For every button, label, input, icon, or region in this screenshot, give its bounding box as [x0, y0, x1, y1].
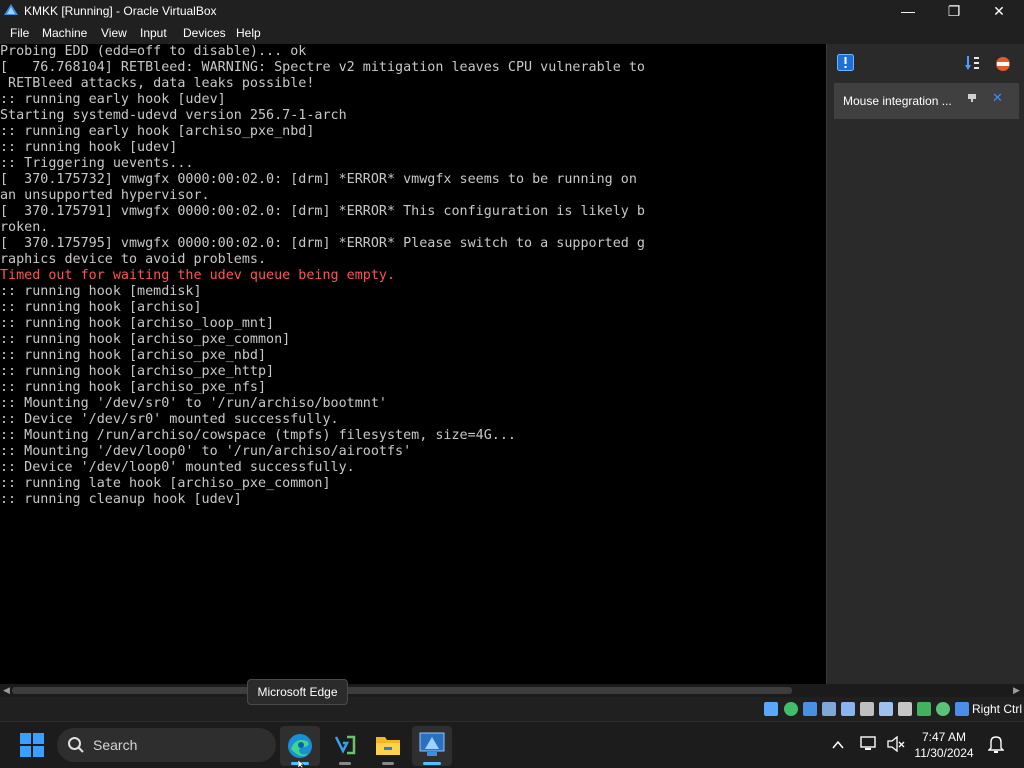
scrollbar-thumb[interactable] [12, 687, 792, 694]
edge-tooltip: Microsoft Edge [247, 679, 348, 705]
clear-notifications-icon[interactable] [994, 55, 1012, 72]
notification-center: Mouse integration ... ✕ [826, 44, 1024, 684]
code-editor-icon [334, 735, 356, 755]
scroll-right-arrow-icon[interactable]: ▶ [1013, 685, 1020, 696]
hard-disk-icon[interactable] [764, 702, 778, 716]
notification-toolbar [827, 44, 1024, 80]
taskbar-search[interactable]: Search [57, 728, 276, 762]
edge-icon [288, 734, 312, 758]
console-line: [ 76.768104] RETBleed: WARNING: Spectre … [0, 60, 645, 75]
taskbar-app-file-explorer[interactable] [368, 726, 408, 766]
console-line: :: Device '/dev/loop0' mounted successfu… [0, 460, 355, 475]
shared-folders-icon[interactable] [860, 702, 874, 716]
menu-devices[interactable]: Devices [183, 26, 226, 40]
menu-bar: File Machine View Input Devices Help [0, 23, 1024, 44]
console-line: :: running early hook [udev] [0, 92, 226, 107]
console-line: :: running hook [archiso_pxe_nfs] [0, 380, 267, 395]
vm-status-bar: Right Ctrl [0, 697, 1024, 721]
notification-label: Mouse integration ... [843, 94, 952, 108]
console-line: :: running late hook [archiso_pxe_common… [0, 476, 331, 491]
console-line: an unsupported hypervisor. [0, 188, 210, 203]
windows-taskbar: Search 7:47 AM 11/30/2024 [0, 721, 1024, 768]
show-hidden-icons-chevron-icon[interactable] [832, 740, 844, 749]
recording-icon[interactable] [898, 702, 912, 716]
console-line: :: Triggering uevents... [0, 156, 194, 171]
maximize-button[interactable]: ❐ [931, 0, 977, 23]
keyboard-capture-icon[interactable] [955, 702, 969, 716]
taskbar-app-virtualbox-vm[interactable] [412, 726, 452, 766]
console-line: [ 370.175732] vmwgfx 0000:00:02.0: [drm]… [0, 172, 637, 187]
horizontal-scrollbar[interactable]: ◀ ▶ [0, 684, 1024, 697]
console-line: :: Mounting /run/archiso/cowspace (tmpfs… [0, 428, 516, 443]
search-label: Search [93, 737, 138, 753]
console-line: roken. [0, 220, 49, 235]
console-line: :: Mounting '/dev/sr0' to '/run/archiso/… [0, 396, 387, 411]
search-icon [68, 737, 84, 753]
menu-view[interactable]: View [101, 26, 127, 40]
volume-muted-icon[interactable] [887, 736, 905, 752]
network-icon[interactable] [822, 702, 836, 716]
notification-mouse-integration[interactable]: Mouse integration ... ✕ [834, 83, 1019, 119]
notification-close-button[interactable]: ✕ [992, 90, 1003, 106]
console-line: [ 370.175791] vmwgfx 0000:00:02.0: [drm]… [0, 204, 645, 219]
start-button[interactable] [20, 733, 44, 757]
console-line: :: running hook [archiso_pxe_common] [0, 332, 291, 347]
notification-center-icon[interactable] [837, 54, 854, 71]
host-key-label[interactable]: Right Ctrl [972, 702, 1022, 716]
usb-icon[interactable] [841, 702, 855, 716]
console-line: [ 370.175795] vmwgfx 0000:00:02.0: [drm]… [0, 236, 645, 251]
windows-logo-icon [20, 733, 31, 744]
cpu-activity-icon[interactable] [917, 702, 931, 716]
folder-icon [376, 737, 400, 755]
window-title: KMKK [Running] - Oracle VirtualBox [24, 4, 217, 18]
guest-display[interactable]: Probing EDD (edd=off to disable)... ok[ … [0, 44, 826, 684]
console-line: :: running hook [archiso_loop_mnt] [0, 316, 275, 331]
console-line: :: running hook [archiso] [0, 300, 202, 315]
virtualbox-icon [4, 4, 18, 15]
menu-file[interactable]: File [10, 26, 29, 40]
console-line: :: running hook [memdisk] [0, 284, 202, 299]
console-line: :: running hook [archiso_pxe_nbd] [0, 348, 267, 363]
network-status-icon[interactable] [860, 736, 878, 752]
console-line: RETBleed attacks, data leaks possible! [0, 76, 315, 91]
menu-machine[interactable]: Machine [42, 26, 87, 40]
clock-date: 11/30/2024 [914, 746, 974, 760]
boot-console-output: Probing EDD (edd=off to disable)... ok[ … [0, 44, 645, 508]
menu-help[interactable]: Help [236, 26, 261, 40]
console-line: :: running hook [udev] [0, 140, 178, 155]
console-line: :: Mounting '/dev/loop0' to '/run/archis… [0, 444, 412, 459]
scroll-left-arrow-icon[interactable]: ◀ [3, 685, 10, 696]
window-titlebar: KMKK [Running] - Oracle VirtualBox — ❐ ✕ [0, 0, 1024, 23]
console-error-line: Timed out for waiting the udev queue bei… [0, 268, 396, 283]
optical-drive-icon[interactable] [784, 702, 798, 716]
console-line: raphics device to avoid problems. [0, 252, 267, 267]
console-line: :: Device '/dev/sr0' mounted successfull… [0, 412, 339, 427]
sort-icon[interactable] [965, 55, 980, 71]
menu-input[interactable]: Input [140, 26, 167, 40]
console-line: Starting systemd-udevd version 256.7-1-a… [0, 108, 347, 123]
display-icon[interactable] [879, 702, 893, 716]
system-clock[interactable]: 7:47 AM 11/30/2024 [908, 729, 980, 761]
mouse-integration-icon[interactable] [936, 702, 950, 716]
virtualbox-vm-icon [419, 732, 445, 756]
console-line: :: running hook [archiso_pxe_http] [0, 364, 275, 379]
console-line: :: running early hook [archiso_pxe_nbd] [0, 124, 315, 139]
minimize-button[interactable]: — [885, 0, 931, 23]
audio-icon[interactable] [803, 702, 817, 716]
taskbar-app-visual-studio-code[interactable] [325, 726, 365, 766]
console-line: Probing EDD (edd=off to disable)... ok [0, 44, 307, 59]
pin-icon[interactable] [967, 92, 977, 102]
clock-time: 7:47 AM [921, 730, 967, 744]
console-line: :: running cleanup hook [udev] [0, 492, 242, 507]
mouse-pointer-icon [298, 760, 305, 768]
notifications-bell-icon[interactable] [988, 735, 1004, 753]
close-window-button[interactable]: ✕ [976, 0, 1022, 23]
